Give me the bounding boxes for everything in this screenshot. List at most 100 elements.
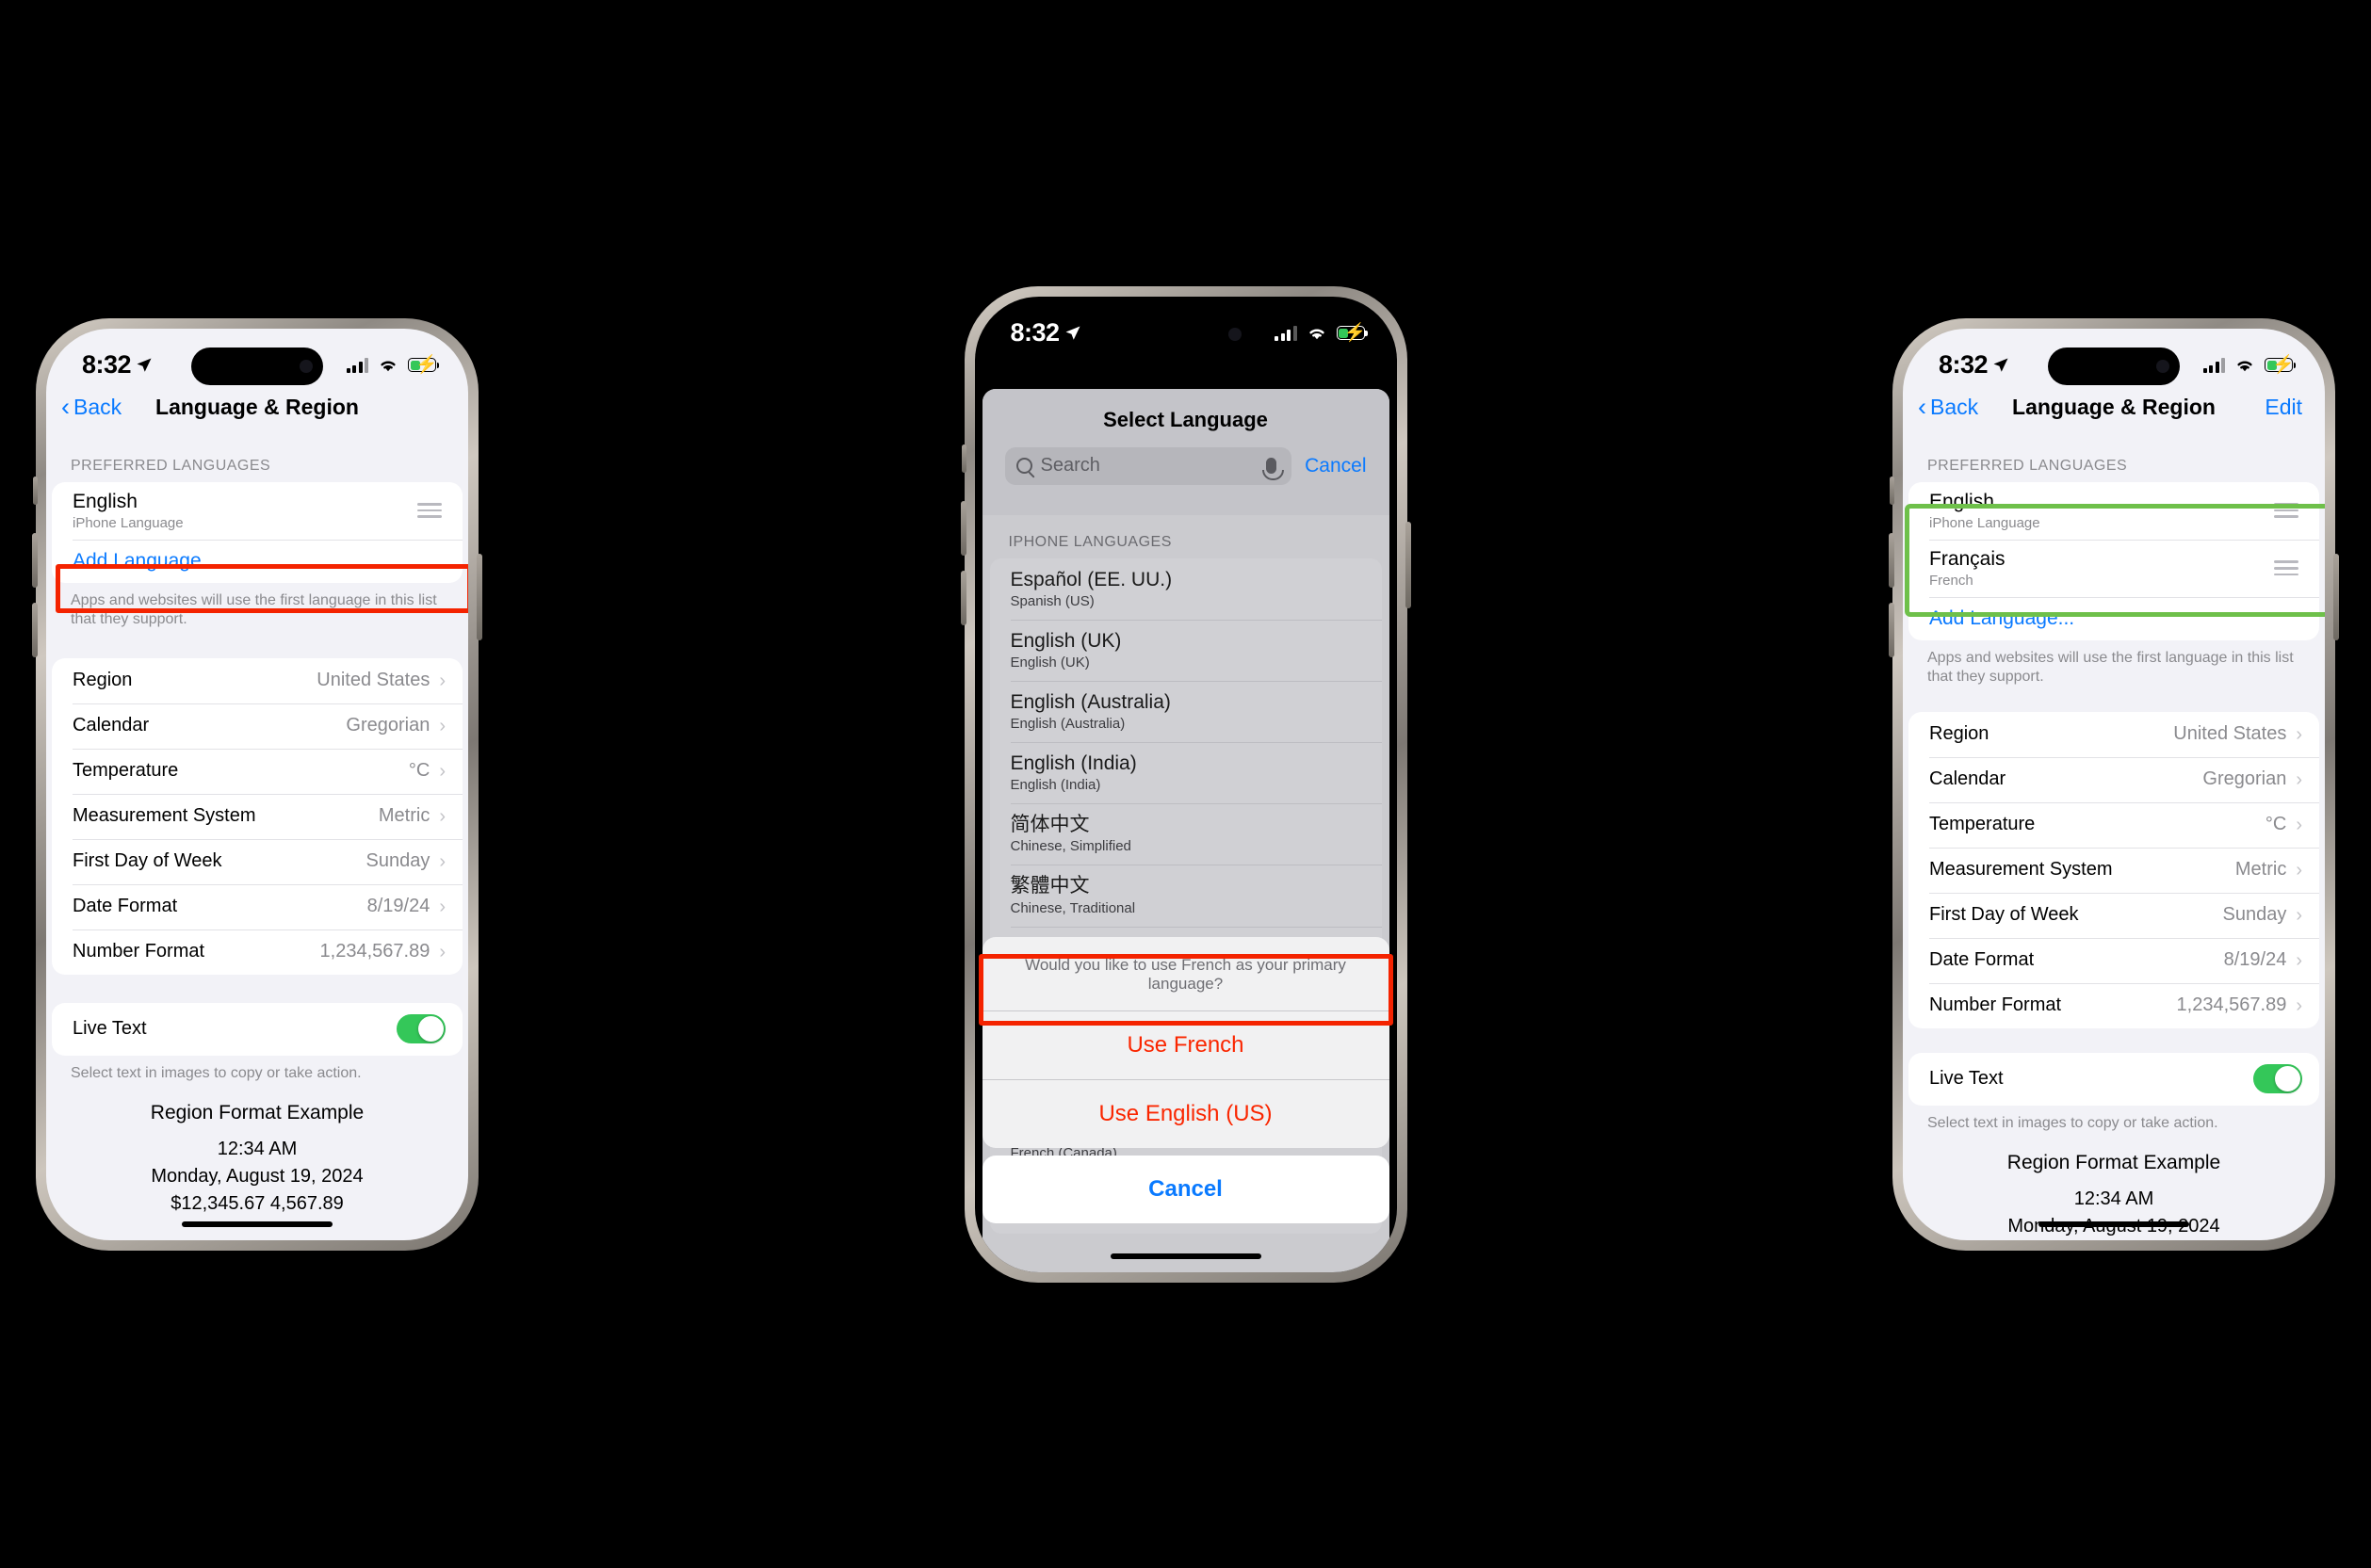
chevron-right-icon: › <box>2296 904 2302 926</box>
list-item[interactable]: 简体中文 Chinese, Simplified <box>990 803 1382 865</box>
power-button[interactable] <box>477 553 482 640</box>
status-time-text: 8:32 <box>1939 350 1989 379</box>
setting-row-measurement-system[interactable]: Measurement System Metric › <box>1908 847 2319 893</box>
region-settings-card: Region United States › Calendar Gregoria… <box>52 657 463 975</box>
location-arrow-icon <box>1065 326 1080 340</box>
list-item[interactable]: English (UK) English (UK) <box>990 619 1382 681</box>
setting-row-temperature[interactable]: Temperature °C › <box>52 748 463 794</box>
dynamic-island <box>1119 315 1252 353</box>
use-french-button[interactable]: Use French <box>983 1011 1389 1079</box>
back-button[interactable]: ‹ Back <box>61 392 122 421</box>
language-row-francais[interactable]: Français French <box>1908 539 2319 597</box>
live-text-row[interactable]: Live Text <box>52 1003 463 1056</box>
screenshot-stage: 8:32 ⚡ ‹ Back Language & Region PREFERRE… <box>0 0 2371 1568</box>
live-text-row[interactable]: Live Text <box>1908 1053 2319 1106</box>
home-indicator <box>2038 1220 2189 1227</box>
back-button[interactable]: ‹ Back <box>1918 394 1978 420</box>
chevron-right-icon: › <box>439 941 446 962</box>
silent-switch[interactable] <box>1890 476 1894 505</box>
reorder-grip-icon[interactable] <box>2274 560 2298 576</box>
setting-row-date-format[interactable]: Date Format 8/19/24 › <box>52 883 463 929</box>
setting-row-measurement-system[interactable]: Measurement System Metric › <box>52 793 463 839</box>
volume-down-button[interactable] <box>32 602 38 657</box>
setting-row-region[interactable]: Region United States › <box>52 658 463 703</box>
setting-row-temperature[interactable]: Temperature °C › <box>1908 801 2319 848</box>
setting-row-number-format[interactable]: Number Format 1,234,567.89 › <box>1908 982 2319 1028</box>
chevron-right-icon: › <box>2296 994 2302 1016</box>
dynamic-island <box>2048 347 2180 385</box>
example-date: Monday, August 19, 2024 <box>151 1166 364 1188</box>
language-title: English (UK) <box>1010 629 1122 652</box>
search-input[interactable]: Search <box>1004 446 1292 485</box>
live-text-card: Live Text <box>1908 1052 2319 1106</box>
setting-label: Measurement System <box>1929 859 2113 881</box>
status-bar: 8:32 ⚡ <box>46 329 468 387</box>
cellular-signal-icon <box>2202 357 2225 373</box>
setting-label: Region <box>73 670 133 691</box>
list-item[interactable]: English (Australia) English (Australia) <box>990 680 1382 742</box>
add-language-button[interactable]: Add Language... <box>1908 596 2319 640</box>
battery-charging-icon: ⚡ <box>408 356 439 374</box>
power-button[interactable] <box>1405 521 1411 608</box>
list-item[interactable]: 繁體中文 Chinese, Traditional <box>990 865 1382 926</box>
live-text-toggle[interactable] <box>2253 1064 2302 1094</box>
language-subtitle: English (India) <box>1010 777 1101 794</box>
language-subtitle: Chinese, Traditional <box>1010 899 1136 916</box>
silent-switch[interactable] <box>33 476 38 505</box>
action-sheet-group: Would you like to use French as your pri… <box>982 936 1389 1148</box>
setting-label: First Day of Week <box>73 850 222 872</box>
live-text-toggle[interactable] <box>397 1014 446 1044</box>
language-row-english[interactable]: English iPhone Language <box>52 482 463 540</box>
chevron-left-icon: ‹ <box>61 392 70 421</box>
add-language-label: Add Language... <box>1929 606 2075 629</box>
reorder-grip-icon[interactable] <box>417 503 442 518</box>
chevron-right-icon: › <box>2296 859 2302 881</box>
microphone-icon[interactable] <box>1262 458 1285 480</box>
volume-up-button[interactable] <box>1889 532 1894 588</box>
search-cancel-button[interactable]: Cancel <box>1305 455 1366 477</box>
setting-row-date-format[interactable]: Date Format 8/19/24 › <box>1908 937 2319 983</box>
setting-row-calendar[interactable]: Calendar Gregorian › <box>1908 756 2319 802</box>
power-button[interactable] <box>2333 553 2339 640</box>
setting-value: 1,234,567.89 <box>319 941 430 962</box>
setting-label: Temperature <box>1929 814 2036 835</box>
language-title: 简体中文 <box>1010 814 1090 836</box>
chevron-right-icon: › <box>2296 723 2302 745</box>
chevron-right-icon: › <box>2296 768 2302 790</box>
search-icon <box>1015 458 1032 474</box>
volume-down-button[interactable] <box>1889 602 1894 657</box>
add-language-button[interactable]: Add Language... <box>52 539 463 583</box>
language-subtitle: iPhone Language <box>1929 514 2040 531</box>
volume-down-button[interactable] <box>960 570 966 625</box>
silent-switch[interactable] <box>961 444 966 473</box>
setting-value: Sunday <box>2222 904 2287 926</box>
setting-row-number-format[interactable]: Number Format 1,234,567.89 › <box>52 929 463 975</box>
setting-label: First Day of Week <box>1929 904 2079 926</box>
action-sheet-cancel-button[interactable]: Cancel <box>982 1155 1389 1223</box>
edit-button[interactable]: Edit <box>2265 395 2302 420</box>
reorder-grip-icon[interactable] <box>2274 503 2298 518</box>
language-row-english[interactable]: English iPhone Language <box>1908 482 2319 540</box>
setting-row-calendar[interactable]: Calendar Gregorian › <box>52 703 463 749</box>
wifi-icon <box>1308 329 1324 339</box>
phone-1-screen: 8:32 ⚡ ‹ Back Language & Region PREFERRE… <box>46 328 468 1240</box>
setting-row-region[interactable]: Region United States › <box>1908 712 2319 757</box>
volume-up-button[interactable] <box>32 532 38 588</box>
setting-label: Number Format <box>73 941 205 962</box>
setting-row-first-day-of-week[interactable]: First Day of Week Sunday › <box>52 838 463 884</box>
setting-row-first-day-of-week[interactable]: First Day of Week Sunday › <box>1908 892 2319 938</box>
action-sheet-message: Would you like to use French as your pri… <box>982 937 1389 1011</box>
use-english-us-button[interactable]: Use English (US) <box>982 1078 1389 1148</box>
preferred-languages-footer: Apps and websites will use the first lan… <box>71 591 437 628</box>
list-item[interactable]: Español (EE. UU.) Spanish (US) <box>990 558 1382 620</box>
chevron-right-icon: › <box>439 670 446 691</box>
volume-up-button[interactable] <box>960 500 966 556</box>
setting-label: Calendar <box>73 715 150 736</box>
language-title: English (India) <box>1010 752 1137 775</box>
status-time: 8:32 <box>82 350 153 380</box>
setting-label: Temperature <box>73 760 179 782</box>
example-title: Region Format Example <box>2006 1152 2221 1174</box>
setting-value: Metric <box>2234 859 2287 881</box>
list-item[interactable]: English (India) English (India) <box>990 742 1382 803</box>
live-text-footer: Select text in images to copy or take ac… <box>1927 1114 2218 1131</box>
